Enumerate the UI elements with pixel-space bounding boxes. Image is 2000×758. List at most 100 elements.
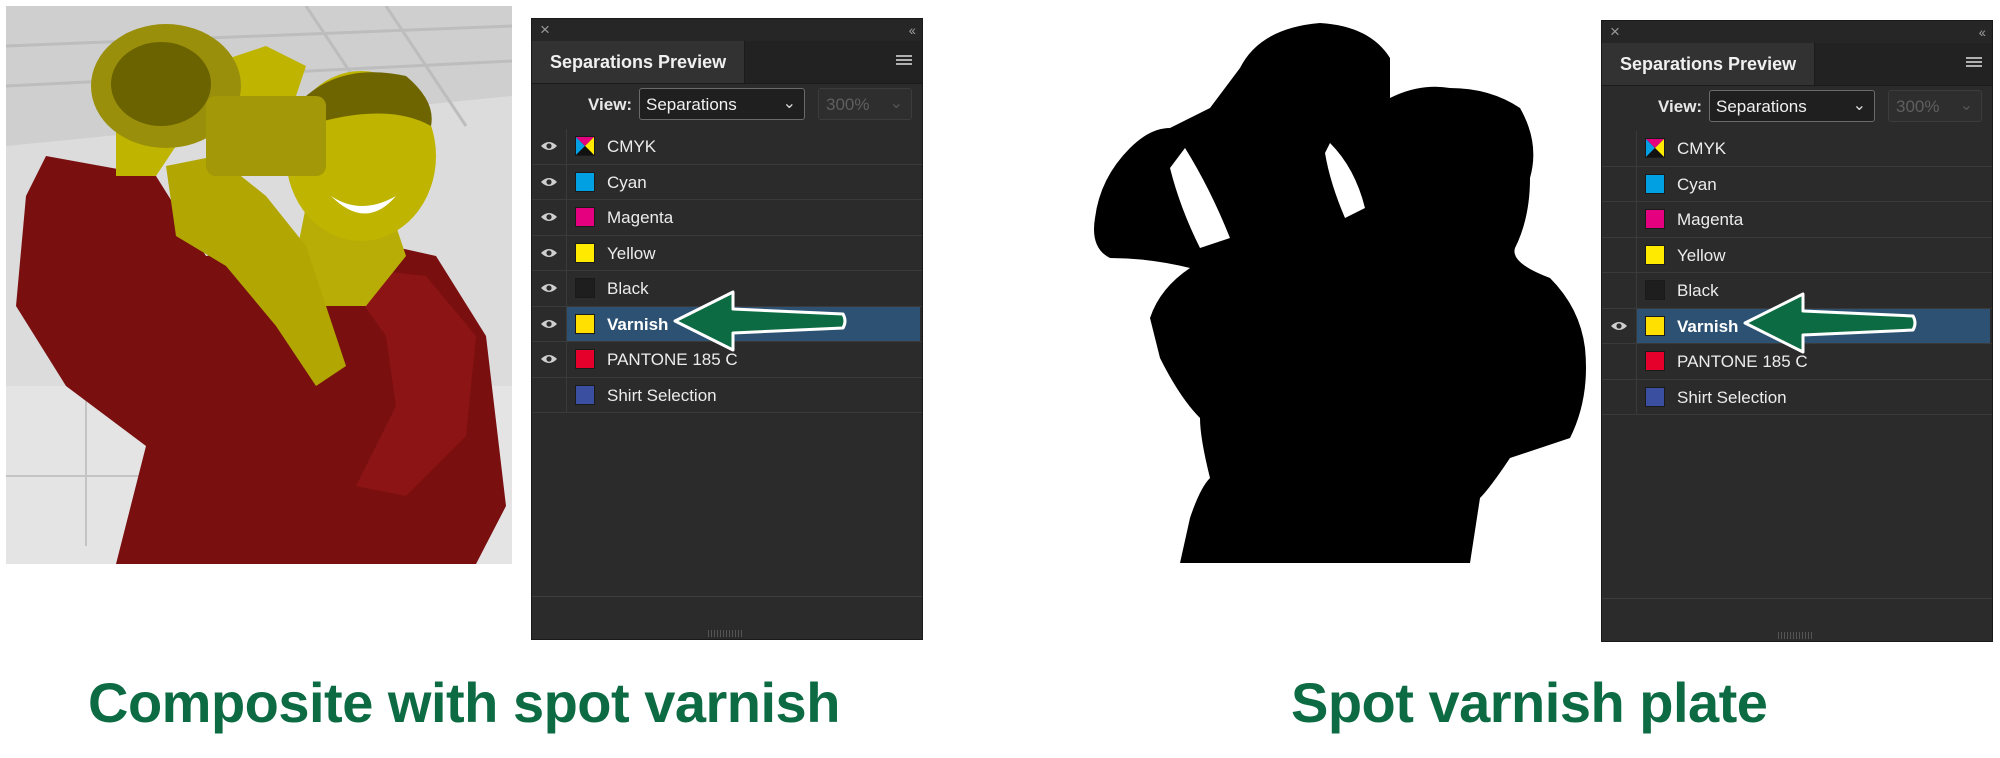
eye-icon (541, 248, 557, 257)
separation-row-main[interactable]: Cyan (1637, 167, 1990, 202)
separation-row[interactable]: CMYK (532, 129, 922, 165)
separation-row-main[interactable]: CMYK (567, 129, 920, 164)
separation-label: Yellow (607, 243, 656, 263)
zoom-dropdown-value: 300% (826, 95, 870, 114)
separation-row[interactable]: Cyan (532, 164, 922, 200)
visibility-toggle[interactable] (1602, 166, 1637, 201)
color-swatch (575, 313, 595, 334)
arrow-left-icon (673, 290, 847, 352)
panel-tab-bar: Separations Preview (1602, 43, 1992, 86)
eye-icon (541, 177, 557, 186)
view-dropdown-value: Separations (1716, 97, 1807, 116)
eye-icon (541, 142, 557, 150)
color-swatch (575, 242, 595, 263)
view-row: View: Separations ⌄ 300% ⌄ (1602, 85, 1992, 131)
separation-row[interactable]: Yellow (1602, 237, 1992, 273)
separation-label: Varnish (1677, 316, 1739, 336)
color-swatch (1645, 351, 1665, 371)
visibility-toggle[interactable] (1602, 131, 1637, 166)
panel-tab-bar: Separations Preview (532, 41, 922, 84)
visibility-toggle[interactable] (532, 200, 567, 235)
visibility-toggle[interactable] (532, 377, 567, 412)
varnish-plate-photo (1090, 18, 1590, 566)
visibility-toggle[interactable] (532, 129, 567, 164)
separation-row-main[interactable]: Cyan (567, 165, 920, 200)
separation-row-main[interactable]: Magenta (567, 200, 920, 235)
view-dropdown[interactable]: Separations ⌄ (1709, 90, 1875, 122)
separation-row-main[interactable]: Shirt Selection (567, 378, 920, 413)
caption-varnish-plate: Spot varnish plate (1291, 671, 1768, 734)
visibility-toggle[interactable] (532, 235, 567, 270)
separation-row[interactable]: Cyan (1602, 166, 1992, 202)
separation-row-main[interactable]: Magenta (1637, 202, 1990, 237)
visibility-toggle[interactable] (1602, 237, 1637, 272)
separation-label: Magenta (1677, 210, 1744, 229)
separation-row[interactable]: Magenta (532, 200, 922, 236)
separation-row[interactable]: Shirt Selection (532, 377, 922, 413)
close-icon[interactable]: × (1610, 22, 1620, 42)
separations-list: CMYK Cyan Magenta Yellow Black Varnish PANTONE… (532, 129, 922, 413)
visibility-toggle[interactable] (1602, 379, 1637, 414)
separation-label: Cyan (1677, 174, 1717, 194)
visibility-toggle[interactable] (532, 271, 567, 306)
separation-row[interactable]: Magenta (1602, 202, 1992, 238)
composite-illustration (6, 6, 512, 564)
composite-photo (6, 6, 512, 564)
separation-row-main[interactable]: CMYK (1637, 131, 1990, 166)
panel-bottom-bar (1602, 598, 1992, 641)
chevron-down-icon: ⌄ (782, 95, 796, 112)
separation-row-main[interactable]: Shirt Selection (1637, 380, 1990, 415)
collapse-icon[interactable]: ‹‹ (909, 20, 916, 40)
color-swatch (575, 384, 595, 405)
zoom-dropdown-disabled: 300% ⌄ (1888, 90, 1982, 122)
chevron-down-icon: ⌄ (1852, 97, 1866, 114)
panel-top-strip: × ‹‹ (1602, 21, 1992, 43)
color-swatch (1645, 280, 1665, 300)
separation-label: CMYK (607, 137, 657, 156)
color-swatch (1645, 386, 1665, 407)
color-swatch (1645, 315, 1665, 336)
eye-icon (541, 284, 557, 292)
separations-list: CMYK Cyan Magenta Yellow Black Varnish PANTONE… (1602, 131, 1992, 415)
separation-row-main[interactable]: Yellow (1637, 238, 1990, 273)
resize-grip-icon[interactable] (708, 630, 744, 637)
separation-label: Varnish (607, 314, 669, 334)
visibility-toggle[interactable] (532, 342, 567, 377)
collapse-icon[interactable]: ‹‹ (1979, 22, 1986, 42)
visibility-toggle[interactable] (1602, 344, 1637, 379)
chevron-down-icon: ⌄ (1959, 97, 1973, 114)
eye-icon (541, 319, 557, 328)
visibility-toggle[interactable] (1602, 308, 1637, 343)
view-label: View: (588, 95, 633, 114)
separation-row[interactable]: Yellow (532, 235, 922, 271)
color-swatch (575, 349, 595, 369)
tab-separations-preview[interactable]: Separations Preview (1602, 43, 1816, 85)
view-row: View: Separations ⌄ 300% ⌄ (532, 83, 922, 129)
tab-separations-preview[interactable]: Separations Preview (532, 41, 746, 83)
resize-grip-icon[interactable] (1778, 632, 1814, 639)
visibility-toggle[interactable] (1602, 273, 1637, 308)
separation-label: Cyan (607, 172, 647, 192)
panel-menu-icon[interactable] (896, 55, 912, 67)
zoom-dropdown-disabled: 300% ⌄ (818, 88, 912, 120)
arrow-left-icon (1743, 292, 1917, 354)
separation-label: Black (607, 279, 649, 298)
visibility-toggle[interactable] (1602, 202, 1637, 237)
close-icon[interactable]: × (540, 20, 550, 40)
color-swatch (1645, 173, 1665, 194)
view-label: View: (1658, 97, 1703, 116)
caption-composite: Composite with spot varnish (88, 671, 840, 734)
separation-row[interactable]: CMYK (1602, 131, 1992, 167)
separation-label: Black (1677, 281, 1719, 300)
eye-icon (541, 355, 557, 363)
visibility-toggle[interactable] (532, 164, 567, 199)
separation-label: Shirt Selection (607, 385, 717, 405)
zoom-dropdown-value: 300% (1896, 97, 1940, 116)
view-dropdown[interactable]: Separations ⌄ (639, 88, 805, 120)
color-swatch (575, 207, 595, 227)
separation-row-main[interactable]: Yellow (567, 236, 920, 271)
visibility-toggle[interactable] (532, 306, 567, 341)
separation-row[interactable]: Shirt Selection (1602, 379, 1992, 415)
panel-menu-icon[interactable] (1966, 57, 1982, 69)
view-dropdown-value: Separations (646, 95, 737, 114)
